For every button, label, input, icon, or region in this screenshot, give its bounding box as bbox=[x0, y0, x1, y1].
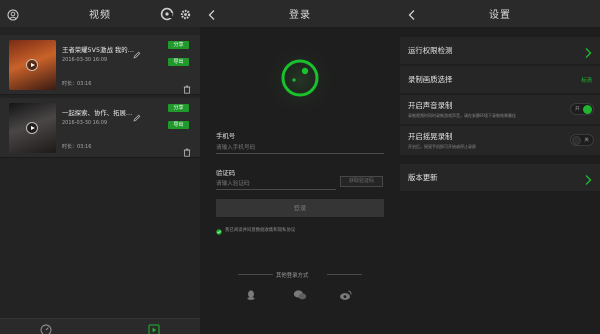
weibo-icon[interactable] bbox=[339, 286, 353, 305]
headset-icon[interactable] bbox=[160, 6, 174, 25]
video-duration: 时长：03:16 bbox=[62, 81, 92, 87]
settings-label: 录制画质选择 bbox=[408, 75, 453, 84]
settings-description: 录制视频时同时录制游戏声音，请在安静环境下录制效果最佳 bbox=[408, 113, 516, 118]
wechat-icon[interactable] bbox=[293, 286, 307, 305]
settings-row-shake: 开启摇晃录制 开启后，摇晃手机即可开始或停止录屏 关 bbox=[400, 126, 600, 155]
audio-toggle[interactable]: 开 bbox=[570, 103, 594, 115]
phone-input[interactable]: 请输入手机号码 bbox=[216, 142, 384, 154]
back-arrow-icon[interactable] bbox=[207, 6, 217, 25]
list-item[interactable]: 一起探索、协作、拓展… 2016-03-30 16:09 分享 导出 时长：03… bbox=[0, 98, 200, 158]
phone-label: 手机号 bbox=[216, 132, 236, 140]
export-button[interactable]: 导出 bbox=[168, 121, 189, 129]
agreement-text[interactable]: 我已阅读并同意数据收集和隐私协议 bbox=[225, 227, 295, 233]
explore-icon[interactable] bbox=[40, 321, 52, 334]
checkbox-checked-icon[interactable] bbox=[216, 220, 222, 239]
videos-topbar: 视频 bbox=[0, 0, 200, 27]
app-logo bbox=[260, 40, 340, 120]
quality-value: 标清 bbox=[581, 78, 592, 84]
login-panel: 登录 手机号 请输入手机号码 验证码 请输入验证码 获取验证码 登录 我已阅读并… bbox=[200, 0, 400, 334]
video-thumbnail[interactable] bbox=[9, 40, 56, 90]
video-tab-icon[interactable] bbox=[148, 321, 160, 334]
export-button[interactable]: 导出 bbox=[168, 58, 189, 66]
login-button[interactable]: 登录 bbox=[216, 199, 384, 217]
pencil-icon[interactable] bbox=[133, 44, 141, 63]
page-title: 设置 bbox=[489, 10, 511, 21]
divider-left bbox=[238, 274, 273, 275]
settings-label: 开启摇晃录制 bbox=[408, 132, 453, 141]
play-icon[interactable] bbox=[26, 122, 38, 134]
divider-right bbox=[327, 274, 362, 275]
settings-row-update[interactable]: 版本更新 bbox=[400, 164, 600, 191]
settings-label: 版本更新 bbox=[408, 173, 438, 182]
settings-panel: 设置 运行权限检测 录制画质选择 标清 开启声音录制 录制视频时同时录制游戏声音… bbox=[400, 0, 600, 334]
video-title: 一起探索、协作、拓展… bbox=[62, 109, 133, 117]
trash-icon[interactable] bbox=[183, 142, 191, 161]
page-title: 视频 bbox=[89, 10, 111, 21]
settings-label: 运行权限检测 bbox=[408, 46, 453, 55]
page-title: 登录 bbox=[289, 10, 311, 21]
login-topbar: 登录 bbox=[200, 0, 400, 27]
toggle-label: 关 bbox=[584, 137, 589, 143]
settings-label: 开启声音录制 bbox=[408, 101, 453, 110]
settings-row-quality[interactable]: 录制画质选择 标清 bbox=[400, 66, 600, 93]
share-button[interactable]: 分享 bbox=[168, 41, 189, 49]
video-thumbnail[interactable] bbox=[9, 103, 56, 153]
chevron-right-icon bbox=[584, 44, 592, 63]
pencil-icon[interactable] bbox=[133, 107, 141, 126]
videos-panel: 视频 王者荣耀5V5激战 我的… 2016-03-30 16:09 分享 导出 … bbox=[0, 0, 200, 334]
video-duration: 时长：03:16 bbox=[62, 144, 92, 150]
other-login-label: 其他登录方式 bbox=[276, 273, 309, 279]
share-button[interactable]: 分享 bbox=[168, 104, 189, 112]
bottom-nav bbox=[0, 318, 200, 334]
settings-description: 开启后，摇晃手机即可开始或停止录屏 bbox=[408, 144, 476, 149]
back-arrow-icon[interactable] bbox=[407, 6, 417, 25]
list-item[interactable]: 王者荣耀5V5激战 我的… 2016-03-30 16:09 分享 导出 时长：… bbox=[0, 35, 200, 95]
play-icon[interactable] bbox=[26, 59, 38, 71]
agreement-row: 我已阅读并同意数据收集和隐私协议 bbox=[216, 220, 295, 239]
shake-toggle[interactable]: 关 bbox=[570, 134, 594, 146]
gear-icon[interactable] bbox=[179, 6, 192, 25]
code-label: 验证码 bbox=[216, 169, 236, 177]
video-date: 2016-03-30 16:09 bbox=[62, 57, 108, 63]
get-code-button[interactable]: 获取验证码 bbox=[340, 176, 383, 187]
video-date: 2016-03-30 16:09 bbox=[62, 120, 108, 126]
toggle-knob bbox=[572, 136, 581, 145]
settings-row-permission[interactable]: 运行权限检测 bbox=[400, 37, 600, 64]
toggle-knob bbox=[583, 105, 592, 114]
video-title: 王者荣耀5V5激战 我的… bbox=[62, 46, 135, 54]
settings-topbar: 设置 bbox=[400, 0, 600, 27]
toggle-label: 开 bbox=[575, 106, 580, 112]
settings-row-audio: 开启声音录制 录制视频时同时录制游戏声音，请在安静环境下录制效果最佳 开 bbox=[400, 95, 600, 124]
trash-icon[interactable] bbox=[183, 79, 191, 98]
qq-icon[interactable] bbox=[245, 286, 257, 305]
chevron-right-icon bbox=[584, 171, 592, 190]
code-input[interactable]: 请输入验证码 bbox=[216, 178, 336, 190]
user-profile-icon[interactable] bbox=[7, 6, 19, 25]
